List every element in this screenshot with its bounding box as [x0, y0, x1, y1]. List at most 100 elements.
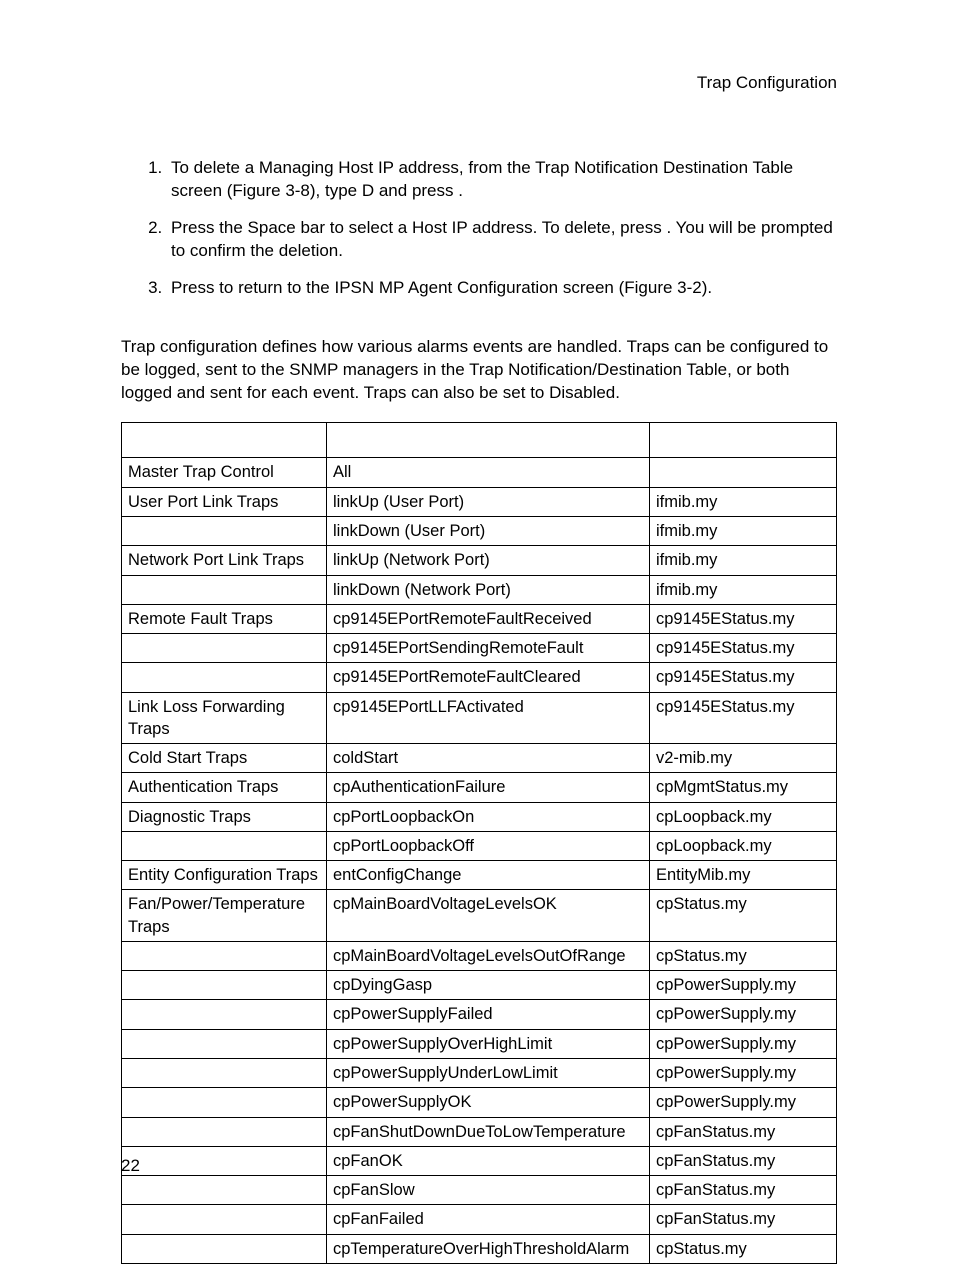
table-cell: [122, 575, 327, 604]
table-cell: cpFanFailed: [327, 1205, 650, 1234]
table-cell: [122, 1176, 327, 1205]
table-row: Network Port Link TrapslinkUp (Network P…: [122, 546, 837, 575]
page-number: 22: [121, 1155, 140, 1178]
table-cell: linkDown (User Port): [327, 516, 650, 545]
table-cell: Cold Start Traps: [122, 744, 327, 773]
step-3: Press to return to the IPSN MP Agent Con…: [167, 277, 837, 300]
table-cell: entConfigChange: [327, 861, 650, 890]
table-row: User Port Link TrapslinkUp (User Port)if…: [122, 487, 837, 516]
table-cell: linkDown (Network Port): [327, 575, 650, 604]
table-row: Authentication TrapscpAuthenticationFail…: [122, 773, 837, 802]
table-cell: EntityMib.my: [650, 861, 837, 890]
table-cell: ifmib.my: [650, 516, 837, 545]
table-cell: cpPowerSupply.my: [650, 1059, 837, 1088]
table-cell: cpPowerSupplyFailed: [327, 1000, 650, 1029]
table-row: cpFanFailedcpFanStatus.my: [122, 1205, 837, 1234]
table-cell: cpPowerSupply.my: [650, 971, 837, 1000]
table-cell: cpFanStatus.my: [650, 1117, 837, 1146]
table-cell: [122, 1205, 327, 1234]
table-row: cpPowerSupplyUnderLowLimitcpPowerSupply.…: [122, 1059, 837, 1088]
table-cell: Master Trap Control: [122, 458, 327, 487]
table-cell: cpFanShutDownDueToLowTemperature: [327, 1117, 650, 1146]
table-row: cpPowerSupplyFailedcpPowerSupply.my: [122, 1000, 837, 1029]
table-cell: cpAuthenticationFailure: [327, 773, 650, 802]
table-cell: cpMainBoardVoltageLevelsOK: [327, 890, 650, 942]
trap-table: Master Trap ControlAllUser Port Link Tra…: [121, 422, 837, 1263]
table-cell: All: [327, 458, 650, 487]
table-row: cpFanShutDownDueToLowTemperaturecpFanSta…: [122, 1117, 837, 1146]
table-cell: cpPortLoopbackOff: [327, 831, 650, 860]
table-cell: cpFanOK: [327, 1146, 650, 1175]
table-cell: cp9145EStatus.my: [650, 692, 837, 744]
running-header: Trap Configuration: [121, 72, 837, 95]
table-cell: cpMainBoardVoltageLevelsOutOfRange: [327, 941, 650, 970]
table-cell: cpLoopback.my: [650, 802, 837, 831]
table-cell: ifmib.my: [650, 575, 837, 604]
step-2: Press the Space bar to select a Host IP …: [167, 217, 837, 263]
table-row: Master Trap ControlAll: [122, 458, 837, 487]
table-cell: cpPowerSupplyOverHighLimit: [327, 1029, 650, 1058]
page-content: Trap Configuration To delete a Managing …: [121, 72, 837, 1264]
table-cell: coldStart: [327, 744, 650, 773]
table-cell: cpPowerSupplyOK: [327, 1088, 650, 1117]
section-intro: Trap configuration defines how various a…: [121, 336, 837, 405]
table-row: cpPortLoopbackOffcpLoopback.my: [122, 831, 837, 860]
table-cell: cp9145EPortSendingRemoteFault: [327, 634, 650, 663]
table-cell: cpStatus.my: [650, 890, 837, 942]
table-cell: cp9145EStatus.my: [650, 604, 837, 633]
table-cell: ifmib.my: [650, 546, 837, 575]
table-cell: [122, 941, 327, 970]
step-1: To delete a Managing Host IP address, fr…: [167, 157, 837, 203]
table-cell: [122, 1029, 327, 1058]
table-row: cpDyingGaspcpPowerSupply.my: [122, 971, 837, 1000]
table-cell: Link Loss Forwarding Traps: [122, 692, 327, 744]
table-cell: cpFanStatus.my: [650, 1205, 837, 1234]
table-row: Entity Configuration TrapsentConfigChang…: [122, 861, 837, 890]
table-cell: cp9145EStatus.my: [650, 663, 837, 692]
table-cell: cpFanStatus.my: [650, 1176, 837, 1205]
table-cell: [122, 516, 327, 545]
table-header-cell: [327, 423, 650, 458]
procedure-steps: To delete a Managing Host IP address, fr…: [121, 157, 837, 300]
table-cell: Authentication Traps: [122, 773, 327, 802]
table-row: cpFanOKcpFanStatus.my: [122, 1146, 837, 1175]
table-row: cp9145EPortSendingRemoteFaultcp9145EStat…: [122, 634, 837, 663]
table-row: cpFanSlowcpFanStatus.my: [122, 1176, 837, 1205]
table-row: cpPowerSupplyOKcpPowerSupply.my: [122, 1088, 837, 1117]
table-cell: cpPowerSupplyUnderLowLimit: [327, 1059, 650, 1088]
table-cell: [122, 971, 327, 1000]
table-row: cpPowerSupplyOverHighLimitcpPowerSupply.…: [122, 1029, 837, 1058]
table-row: linkDown (User Port)ifmib.my: [122, 516, 837, 545]
table-row: Fan/Power/Temperature TrapscpMainBoardVo…: [122, 890, 837, 942]
table-cell: v2-mib.my: [650, 744, 837, 773]
table-cell: Network Port Link Traps: [122, 546, 327, 575]
table-row: cp9145EPortRemoteFaultClearedcp9145EStat…: [122, 663, 837, 692]
table-cell: cp9145EPortRemoteFaultReceived: [327, 604, 650, 633]
table-cell: [122, 634, 327, 663]
table-cell: [122, 1117, 327, 1146]
table-cell: ifmib.my: [650, 487, 837, 516]
table-row: Cold Start TrapscoldStartv2-mib.my: [122, 744, 837, 773]
table-row: cpTemperatureOverHighThresholdAlarmcpSta…: [122, 1234, 837, 1263]
table-cell: cpStatus.my: [650, 1234, 837, 1263]
table-cell: linkUp (Network Port): [327, 546, 650, 575]
table-cell: [122, 1088, 327, 1117]
table-cell: User Port Link Traps: [122, 487, 327, 516]
table-cell: cpDyingGasp: [327, 971, 650, 1000]
table-header-cell: [122, 423, 327, 458]
table-cell: [650, 458, 837, 487]
table-cell: cp9145EPortLLFActivated: [327, 692, 650, 744]
table-header-row: [122, 423, 837, 458]
table-cell: [122, 1146, 327, 1175]
table-row: cpMainBoardVoltageLevelsOutOfRangecpStat…: [122, 941, 837, 970]
table-cell: cpStatus.my: [650, 941, 837, 970]
table-cell: [122, 1000, 327, 1029]
table-header-cell: [650, 423, 837, 458]
table-row: Link Loss Forwarding Trapscp9145EPortLLF…: [122, 692, 837, 744]
table-cell: cpFanStatus.my: [650, 1146, 837, 1175]
table-cell: cpMgmtStatus.my: [650, 773, 837, 802]
table-cell: Diagnostic Traps: [122, 802, 327, 831]
table-cell: [122, 1234, 327, 1263]
table-cell: [122, 1059, 327, 1088]
table-cell: cpFanSlow: [327, 1176, 650, 1205]
